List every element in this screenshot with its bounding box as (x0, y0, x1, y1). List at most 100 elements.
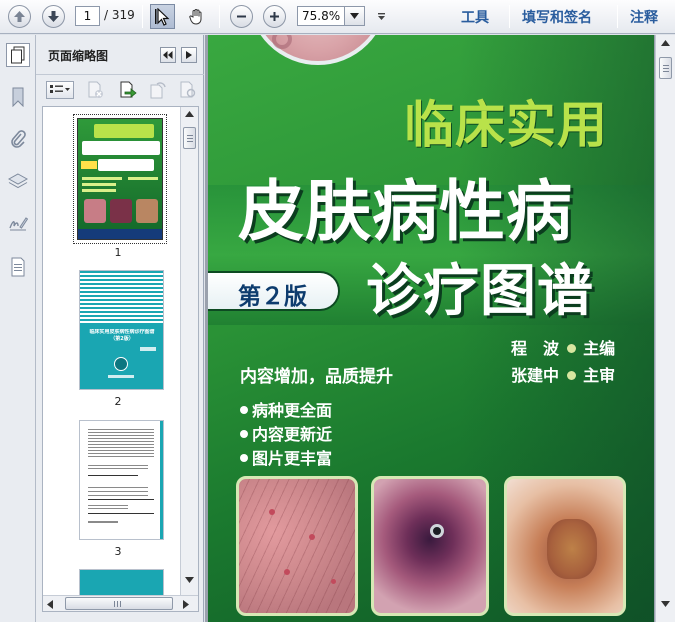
arrow-down-icon (48, 11, 59, 22)
extract-pages-button[interactable] (118, 81, 138, 99)
toolbar-overflow-button[interactable] (371, 4, 391, 29)
delete-pages-button[interactable] (86, 81, 106, 99)
cover-bullet-1: 病种更全面 (240, 397, 332, 421)
comment-menu-link[interactable]: 注释 (630, 7, 658, 27)
page-settings-icon (180, 81, 196, 98)
thumbnail-page-number: 3 (114, 545, 122, 558)
tools-menu-link[interactable]: 工具 (461, 7, 489, 27)
thumbnail-image (77, 118, 163, 240)
zoom-out-button[interactable] (229, 4, 254, 29)
thumbnail-page-number: 2 (114, 395, 122, 408)
page-total-label: / 319 (104, 8, 135, 22)
thumbnail-list[interactable]: 1 临床实用皮肤病性病诊疗图谱（第2版） 2 3 (42, 106, 199, 612)
scroll-down-icon[interactable] (661, 601, 670, 607)
pdf-viewer-window: / 319 工具 填写和签名 注释 (0, 0, 675, 622)
book-cover-page: 临床实用 皮肤病性病 第２版 诊疗图谱 程 波 主编 张建中 主审 内容增加，品… (208, 35, 654, 622)
thumbnail-page-number: 1 (114, 246, 122, 259)
author2-name: 张建中 (511, 366, 560, 385)
toolbar-divider (142, 5, 143, 28)
cover-bullet-3: 图片更丰富 (240, 445, 332, 469)
bullet-dot-icon (566, 371, 576, 380)
bullet-dot-icon (240, 454, 248, 462)
scroll-left-icon[interactable] (47, 600, 53, 609)
scroll-up-icon[interactable] (185, 111, 194, 117)
main-toolbar: / 319 工具 填写和签名 注释 (0, 0, 675, 34)
cover-title-line3: 诊疗图谱 (366, 259, 594, 324)
edition-badge: 第２版 (208, 271, 340, 311)
next-page-button[interactable] (41, 4, 66, 29)
scroll-up-icon[interactable] (661, 40, 670, 46)
collapse-panel-button[interactable] (160, 47, 176, 63)
bookmark-icon (12, 87, 24, 107)
author1-name: 程 波 (511, 339, 560, 358)
thumbnail-tools (36, 76, 204, 104)
export-page-icon (120, 81, 137, 98)
thumbnail-page-3[interactable] (79, 420, 164, 540)
zoom-dropdown-button[interactable] (345, 6, 365, 26)
page-thumbnails-button[interactable] (6, 43, 30, 67)
edition-label: 第２版 (238, 284, 307, 310)
hand-tool-button[interactable] (184, 4, 209, 29)
overflow-arrow-icon (377, 13, 385, 20)
bullet-dot-icon (566, 344, 576, 353)
zoom-in-button[interactable] (262, 4, 287, 29)
scrollbar-thumb[interactable] (659, 57, 672, 79)
cover-title-line1: 临床实用 (404, 96, 608, 154)
toolbar-divider (617, 5, 618, 28)
layers-button[interactable] (6, 169, 30, 193)
chevron-right-icon (186, 51, 192, 59)
toolbar-divider (509, 5, 510, 28)
skin-photo-1 (236, 476, 358, 616)
navigation-rail (0, 35, 36, 622)
author2-line: 张建中 主审 (511, 362, 615, 386)
cover-slogan: 内容增加，品质提升 (240, 367, 393, 387)
expand-panel-button[interactable] (181, 47, 197, 63)
zoom-level-input[interactable] (297, 6, 345, 26)
double-chevron-left-icon (163, 51, 173, 59)
cover-title-line2: 皮肤病性病 (238, 173, 573, 250)
print-pages-button[interactable] (178, 81, 198, 99)
rotate-pages-button[interactable] (148, 81, 168, 99)
thumbnail-page-2[interactable]: 临床实用皮肤病性病诊疗图谱（第2版） (79, 270, 164, 390)
previous-page-button[interactable] (7, 4, 32, 29)
bullet-dot-icon (240, 430, 248, 438)
bookmarks-button[interactable] (6, 85, 30, 109)
panel-header: 页面缩略图 (36, 35, 204, 75)
chevron-down-icon (350, 13, 359, 19)
page-number-input[interactable] (75, 6, 100, 26)
list-options-icon (50, 85, 70, 93)
document-view[interactable]: 临床实用 皮肤病性病 第２版 诊疗图谱 程 波 主编 张建中 主审 内容增加，品… (205, 35, 675, 622)
scroll-down-icon[interactable] (185, 577, 194, 583)
attachments-button[interactable] (6, 127, 30, 151)
author2-role: 主审 (583, 366, 616, 385)
page-thumbnails-panel: 页面缩略图 1 临床实用皮肤病性病诊疗图谱（第2版） 2 3 (36, 35, 204, 622)
pages-icon (11, 46, 25, 64)
cover-bullet-2: 内容更新近 (240, 421, 332, 445)
rotate-page-icon (150, 82, 166, 99)
paperclip-icon (11, 130, 26, 148)
signature-pen-icon (9, 217, 28, 231)
layers-icon (8, 173, 28, 189)
arrow-up-icon (14, 11, 25, 22)
thumbnail-page-2-title: 临床实用皮肤病性病诊疗图谱（第2版） (89, 329, 155, 342)
cursor-arrow-icon (154, 7, 170, 26)
scroll-right-icon[interactable] (183, 600, 189, 609)
panel-title: 页面缩略图 (48, 49, 109, 63)
thumbnail-page-1[interactable] (73, 114, 167, 244)
content-button[interactable] (6, 255, 30, 279)
hand-icon (188, 8, 201, 25)
delete-page-icon (88, 81, 103, 98)
select-tool-button[interactable] (150, 4, 175, 29)
thumbnail-vertical-scrollbar[interactable] (180, 107, 198, 597)
plus-icon (270, 12, 279, 21)
toolbar-divider (219, 5, 220, 28)
skin-photo-3 (504, 476, 626, 616)
document-lines-icon (11, 257, 25, 277)
options-menu-button[interactable] (46, 81, 74, 99)
document-vertical-scrollbar[interactable] (655, 35, 675, 622)
signatures-button[interactable] (6, 211, 30, 235)
thumbnail-horizontal-scrollbar[interactable] (43, 595, 198, 611)
scrollbar-thumb[interactable] (183, 127, 196, 149)
scrollbar-thumb[interactable] (65, 597, 173, 610)
fill-sign-menu-link[interactable]: 填写和签名 (522, 7, 592, 27)
